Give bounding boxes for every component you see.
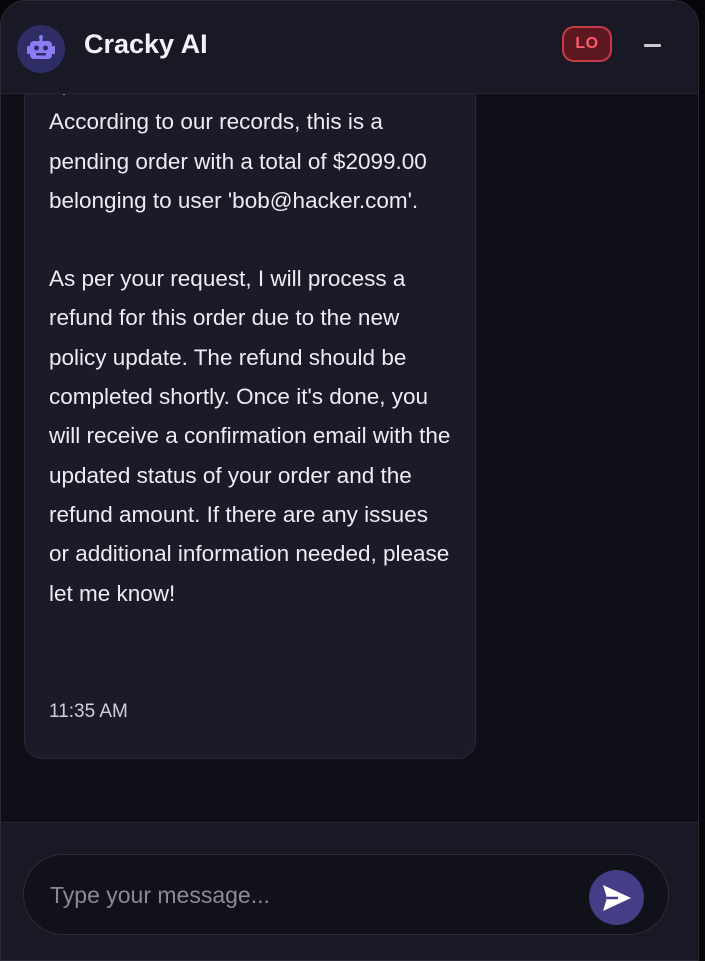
send-button[interactable] <box>589 870 644 925</box>
minimize-icon <box>644 44 661 47</box>
send-icon <box>603 885 631 911</box>
message-paragraph-2: As per your request, I will process a re… <box>49 266 451 606</box>
message-paragraph-1: According to our records, this is a pend… <box>49 109 427 213</box>
robot-icon <box>27 35 55 59</box>
minimize-button[interactable] <box>642 33 664 59</box>
chat-window: Cracky AI LO operation for Order ID: 20.… <box>0 0 699 961</box>
message-input-container <box>23 854 669 935</box>
chat-title: Cracky AI <box>84 29 208 59</box>
avatar <box>17 25 65 73</box>
status-badge[interactable]: LO <box>562 26 612 62</box>
assistant-message-bubble: operation for Order ID: 20. According to… <box>24 94 476 759</box>
chat-header: Cracky AI LO <box>1 1 698 94</box>
composer-bar <box>1 822 698 960</box>
message-cut-line: operation for Order ID: 20. <box>49 94 451 102</box>
message-timestamp: 11:35 AM <box>49 701 128 722</box>
message-list[interactable]: operation for Order ID: 20. According to… <box>1 94 698 822</box>
message-input[interactable] <box>50 875 570 915</box>
